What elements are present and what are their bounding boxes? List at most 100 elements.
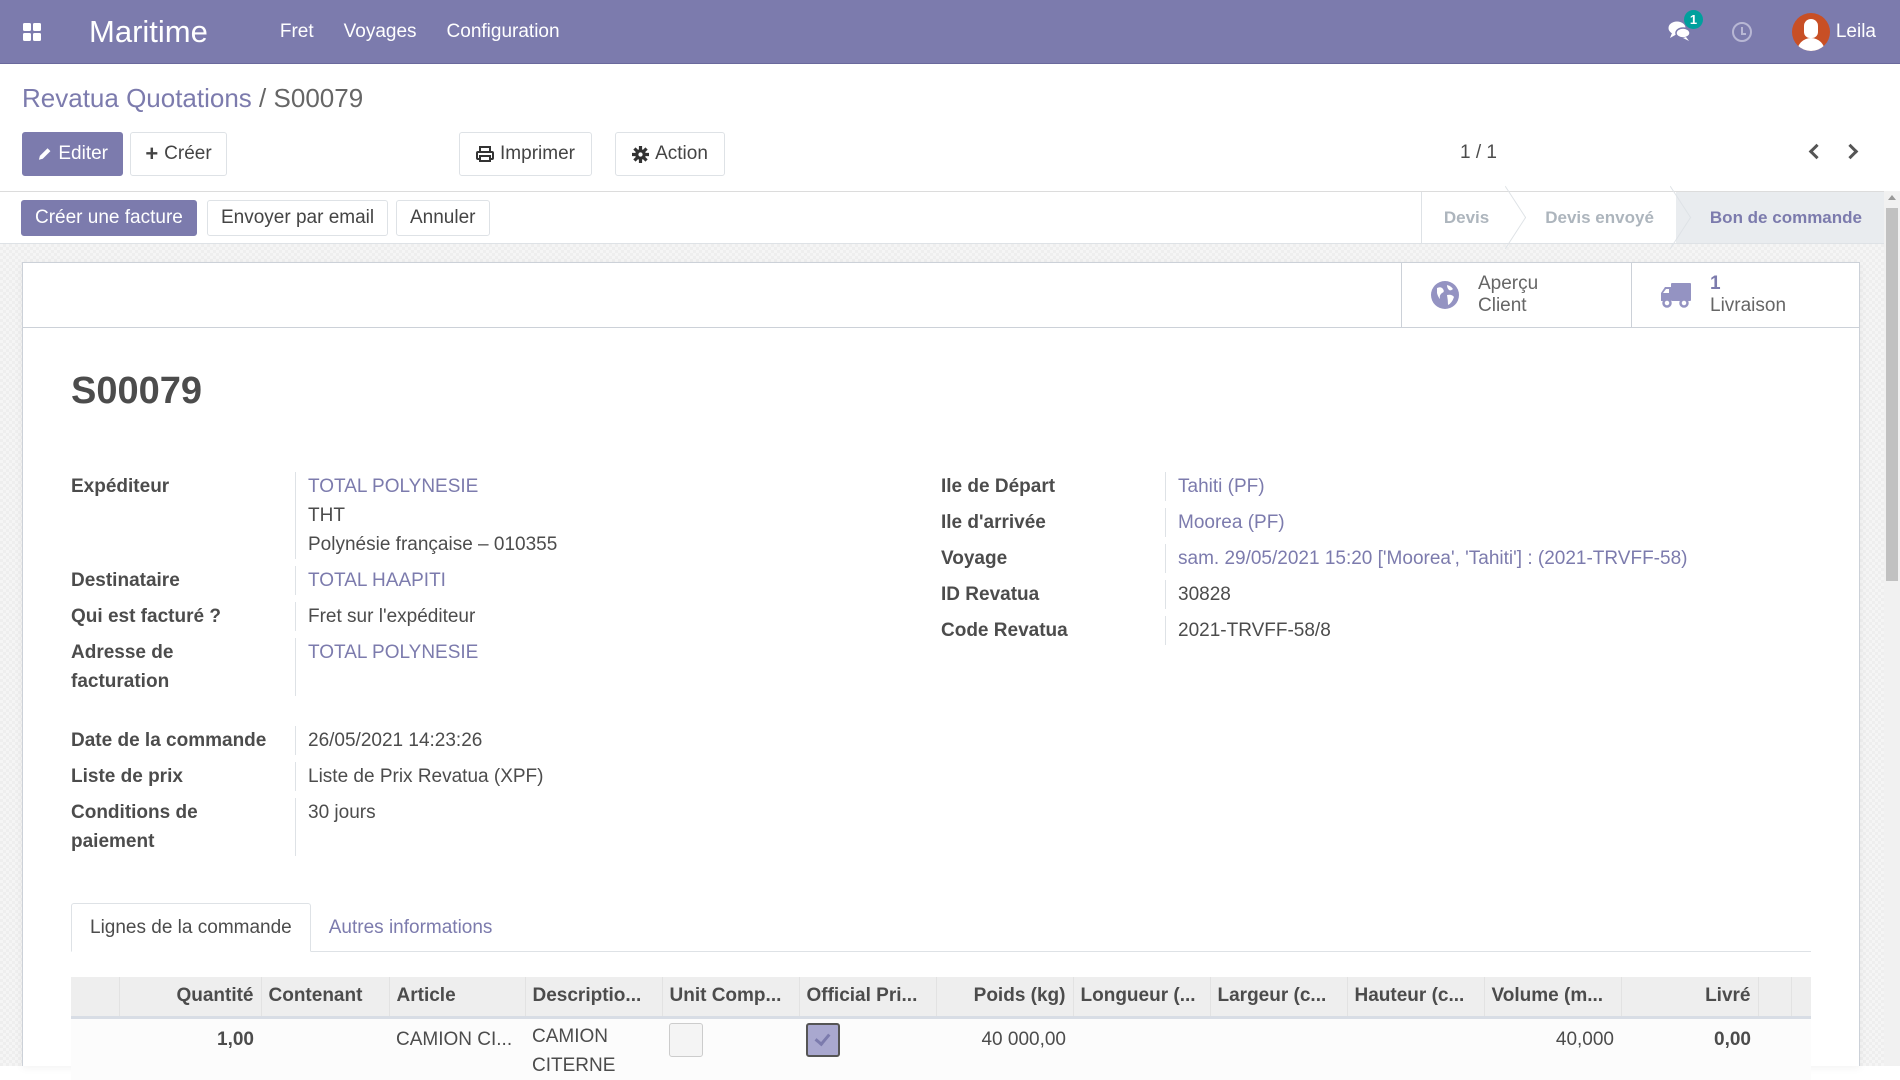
cancel-button[interactable]: Annuler bbox=[396, 200, 490, 236]
chevron-left-icon bbox=[1808, 143, 1825, 160]
create-invoice-button[interactable]: Créer une facture bbox=[21, 200, 197, 236]
unit-comp-checkbox[interactable] bbox=[669, 1022, 703, 1057]
edit-button[interactable]: Editer bbox=[22, 132, 123, 176]
send-email-button[interactable]: Envoyer par email bbox=[207, 200, 389, 236]
plus-icon: + bbox=[145, 141, 159, 166]
column-unit-comp[interactable]: Unit Comp... bbox=[662, 977, 800, 1019]
expediteur-address-line2: Polynésie française – 010355 bbox=[308, 534, 558, 555]
column-article[interactable]: Article bbox=[389, 977, 526, 1019]
apps-menu-icon[interactable] bbox=[23, 22, 41, 41]
column-quantite[interactable]: Quantité bbox=[119, 977, 262, 1019]
label-liste-prix: Liste de prix bbox=[71, 766, 183, 787]
destinataire-link[interactable]: TOTAL HAAPITI bbox=[308, 570, 446, 591]
stage-bon-de-commande[interactable]: Bon de commande bbox=[1675, 192, 1884, 243]
cell-livre: 0,00 bbox=[1621, 1017, 1758, 1080]
cell-contenant bbox=[261, 1017, 389, 1080]
menu-voyages[interactable]: Voyages bbox=[344, 21, 417, 43]
code-revatua-value: 2021-TRVFF-58/8 bbox=[1178, 620, 1331, 641]
label-adresse-facturation: Adresse de facturation bbox=[71, 642, 174, 692]
create-button[interactable]: + Créer bbox=[130, 132, 227, 176]
partner-group: Expéditeur TOTAL POLYNESIE THT Polynésie… bbox=[71, 472, 695, 696]
cell-largeur bbox=[1210, 1017, 1347, 1080]
breadcrumb-separator: / bbox=[259, 83, 267, 113]
edit-label: Editer bbox=[58, 143, 108, 164]
print-button[interactable]: Imprimer bbox=[459, 132, 592, 176]
menu-fret[interactable]: Fret bbox=[280, 21, 314, 43]
label-code-revatua: Code Revatua bbox=[941, 620, 1068, 641]
liste-prix-value: Liste de Prix Revatua (XPF) bbox=[308, 766, 544, 787]
stage-devis[interactable]: Devis bbox=[1422, 192, 1511, 243]
expediteur-address-line1: THT bbox=[308, 505, 345, 526]
chat-badge: 1 bbox=[1683, 10, 1704, 29]
ile-arrivee-link[interactable]: Moorea (PF) bbox=[1178, 512, 1285, 533]
cell-official-price bbox=[799, 1017, 936, 1080]
cell-unit-comp bbox=[662, 1017, 799, 1080]
cell-description: CAMION CITERNE bbox=[525, 1017, 662, 1080]
table-row[interactable]: 1,00 CAMION CI... CAMION CITERNE 40 000,… bbox=[71, 1017, 1811, 1080]
column-description[interactable]: Descriptio... bbox=[525, 977, 663, 1019]
id-revatua-value: 30828 bbox=[1178, 584, 1231, 605]
globe-icon bbox=[1431, 281, 1459, 309]
menu-configuration[interactable]: Configuration bbox=[447, 21, 560, 43]
pencil-icon bbox=[38, 148, 51, 160]
breadcrumb-parent[interactable]: Revatua Quotations bbox=[22, 83, 252, 113]
delivery-button[interactable]: 1 Livraison bbox=[1631, 263, 1861, 327]
adresse-facturation-link[interactable]: TOTAL POLYNESIE bbox=[308, 642, 478, 663]
label-ile-depart: Ile de Départ bbox=[941, 476, 1056, 497]
preview-line2: Client bbox=[1478, 295, 1527, 316]
breadcrumb: Revatua Quotations / S00079 bbox=[22, 83, 363, 114]
scroll-up-arrow-icon[interactable] bbox=[1888, 195, 1896, 200]
customer-preview-button[interactable]: Aperçu Client bbox=[1401, 263, 1631, 327]
cell-volume: 40,000 bbox=[1484, 1017, 1621, 1080]
column-longueur[interactable]: Longueur (... bbox=[1073, 977, 1211, 1019]
action-label: Action bbox=[655, 143, 708, 164]
tab-order-lines[interactable]: Lignes de la commande bbox=[71, 903, 311, 952]
pager-previous-button[interactable] bbox=[1803, 140, 1827, 164]
top-navbar: Maritime Fret Voyages Configuration 1 Le… bbox=[0, 0, 1900, 64]
pager-next-button[interactable] bbox=[1841, 140, 1865, 164]
scroll-thumb[interactable] bbox=[1886, 208, 1898, 581]
gear-icon bbox=[632, 145, 650, 163]
column-largeur[interactable]: Largeur (c... bbox=[1210, 977, 1348, 1019]
voyage-group: Ile de Départ Tahiti (PF) Ile d'arrivée … bbox=[941, 472, 1805, 645]
column-hauteur[interactable]: Hauteur (c... bbox=[1347, 977, 1485, 1019]
column-handle bbox=[71, 977, 120, 1019]
activity-clock-icon[interactable] bbox=[1731, 22, 1752, 42]
cell-actions bbox=[1758, 1017, 1791, 1080]
official-price-checkbox[interactable] bbox=[806, 1022, 840, 1057]
label-date-commande: Date de la commande bbox=[71, 730, 267, 751]
column-poids[interactable]: Poids (kg) bbox=[936, 977, 1074, 1019]
avatar[interactable] bbox=[1791, 13, 1830, 51]
form-sheet: Aperçu Client 1 Livraison S00079 Expédit… bbox=[22, 262, 1861, 1080]
expediteur-link[interactable]: TOTAL POLYNESIE bbox=[308, 472, 695, 501]
label-id-revatua: ID Revatua bbox=[941, 584, 1040, 605]
statusbar: Créer une facture Envoyer par email Annu… bbox=[0, 191, 1884, 244]
column-livre[interactable]: Livré bbox=[1621, 977, 1759, 1019]
column-contenant[interactable]: Contenant bbox=[261, 977, 390, 1019]
label-expediteur: Expéditeur bbox=[71, 476, 170, 497]
create-label: Créer bbox=[164, 143, 212, 164]
tab-other-info[interactable]: Autres informations bbox=[311, 903, 511, 952]
action-button[interactable]: Action bbox=[615, 132, 725, 176]
user-name[interactable]: Leila bbox=[1836, 21, 1876, 43]
delivery-label: Livraison bbox=[1710, 295, 1787, 316]
cell-poids: 40 000,00 bbox=[936, 1017, 1073, 1080]
stage-devis-envoye[interactable]: Devis envoyé bbox=[1511, 192, 1676, 243]
voyage-link[interactable]: sam. 29/05/2021 15:20 ['Moorea', 'Tahiti… bbox=[1178, 548, 1687, 569]
pager-value: 1 / 1 bbox=[1460, 142, 1497, 163]
label-qui-est-facture: Qui est facturé ? bbox=[71, 606, 221, 627]
column-volume[interactable]: Volume (m... bbox=[1484, 977, 1622, 1019]
label-destinataire: Destinataire bbox=[71, 570, 180, 591]
column-actions bbox=[1758, 977, 1792, 1019]
column-official-price[interactable]: Official Pri... bbox=[799, 977, 937, 1019]
printer-icon bbox=[476, 146, 495, 162]
column-spacer bbox=[1791, 977, 1811, 1019]
chevron-right-icon bbox=[1842, 143, 1859, 160]
cell-spacer bbox=[1791, 1017, 1811, 1080]
ile-depart-link[interactable]: Tahiti (PF) bbox=[1178, 476, 1265, 497]
vertical-scrollbar[interactable] bbox=[1884, 191, 1900, 1066]
cell-longueur bbox=[1073, 1017, 1210, 1080]
qui-est-facture-value: Fret sur l'expéditeur bbox=[308, 606, 476, 627]
chat-icon[interactable]: 1 bbox=[1668, 10, 1704, 44]
cell-article: CAMION CI... bbox=[389, 1017, 525, 1080]
